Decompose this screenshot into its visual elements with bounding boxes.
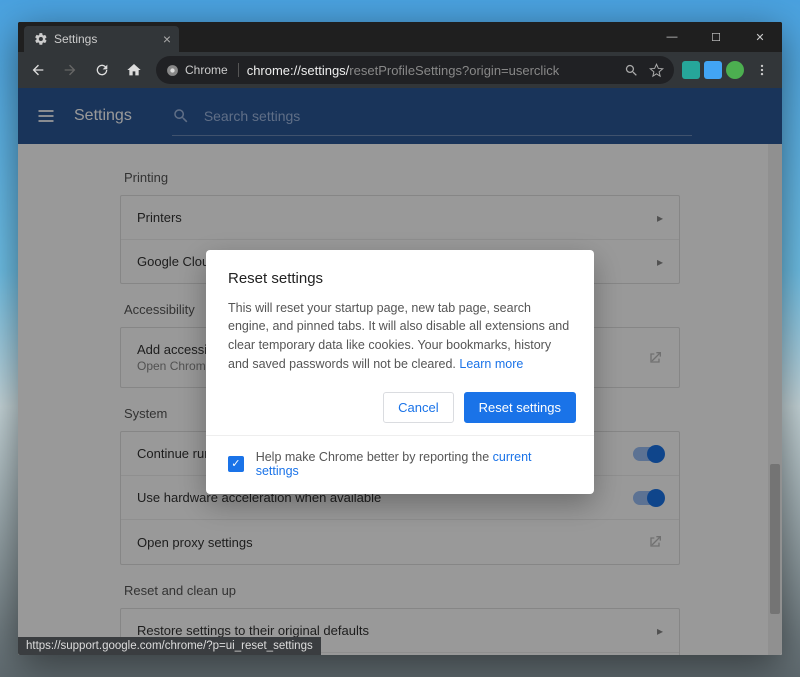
menu-button[interactable] bbox=[748, 56, 776, 84]
extension-icon-3[interactable] bbox=[726, 61, 744, 79]
extension-icon-1[interactable] bbox=[682, 61, 700, 79]
minimize-button[interactable]: — bbox=[650, 22, 694, 52]
arrow-left-icon bbox=[30, 62, 46, 78]
chrome-icon bbox=[166, 64, 179, 77]
checkbox-checked-icon[interactable]: ✓ bbox=[228, 456, 244, 472]
report-checkbox-row[interactable]: ✓ Help make Chrome better by reporting t… bbox=[228, 450, 572, 478]
arrow-right-icon bbox=[62, 62, 78, 78]
window-controls: — ☐ ✕ bbox=[650, 22, 782, 52]
learn-more-link[interactable]: Learn more bbox=[459, 357, 523, 371]
home-icon bbox=[126, 62, 142, 78]
reset-button[interactable]: Reset settings bbox=[464, 392, 576, 423]
reset-dialog: Reset settings This will reset your star… bbox=[206, 250, 594, 494]
maximize-button[interactable]: ☐ bbox=[694, 22, 738, 52]
reload-button[interactable] bbox=[88, 56, 116, 84]
cancel-button[interactable]: Cancel bbox=[383, 392, 453, 423]
site-identity[interactable]: Chrome bbox=[166, 63, 239, 77]
back-button[interactable] bbox=[24, 56, 52, 84]
dialog-title: Reset settings bbox=[228, 270, 572, 287]
omnibox-actions bbox=[624, 63, 664, 78]
search-icon[interactable] bbox=[624, 63, 639, 78]
titlebar: Settings × — ☐ ✕ bbox=[18, 22, 782, 52]
browser-toolbar: Chrome chrome://settings/resetProfileSet… bbox=[18, 52, 782, 88]
secure-label: Chrome bbox=[185, 63, 228, 77]
close-window-button[interactable]: ✕ bbox=[738, 22, 782, 52]
browser-tab[interactable]: Settings × bbox=[24, 26, 179, 52]
forward-button[interactable] bbox=[56, 56, 84, 84]
browser-window: Settings × — ☐ ✕ Chrome chrome://setting… bbox=[18, 22, 782, 655]
address-bar[interactable]: Chrome chrome://settings/resetProfileSet… bbox=[156, 56, 674, 84]
url-text: chrome://settings/resetProfileSettings?o… bbox=[247, 63, 560, 78]
tab-title: Settings bbox=[54, 32, 97, 46]
reload-icon bbox=[94, 62, 110, 78]
dialog-body: This will reset your startup page, new t… bbox=[228, 299, 572, 374]
extension-icon-2[interactable] bbox=[704, 61, 722, 79]
home-button[interactable] bbox=[120, 56, 148, 84]
status-bar: https://support.google.com/chrome/?p=ui_… bbox=[18, 637, 321, 655]
kebab-icon bbox=[755, 63, 769, 77]
star-icon[interactable] bbox=[649, 63, 664, 78]
content-area: Settings Printing Printers▸ Google Cloud… bbox=[18, 88, 782, 655]
gear-icon bbox=[34, 32, 48, 46]
close-tab-icon[interactable]: × bbox=[163, 31, 171, 47]
modal-overlay: Reset settings This will reset your star… bbox=[18, 88, 782, 655]
